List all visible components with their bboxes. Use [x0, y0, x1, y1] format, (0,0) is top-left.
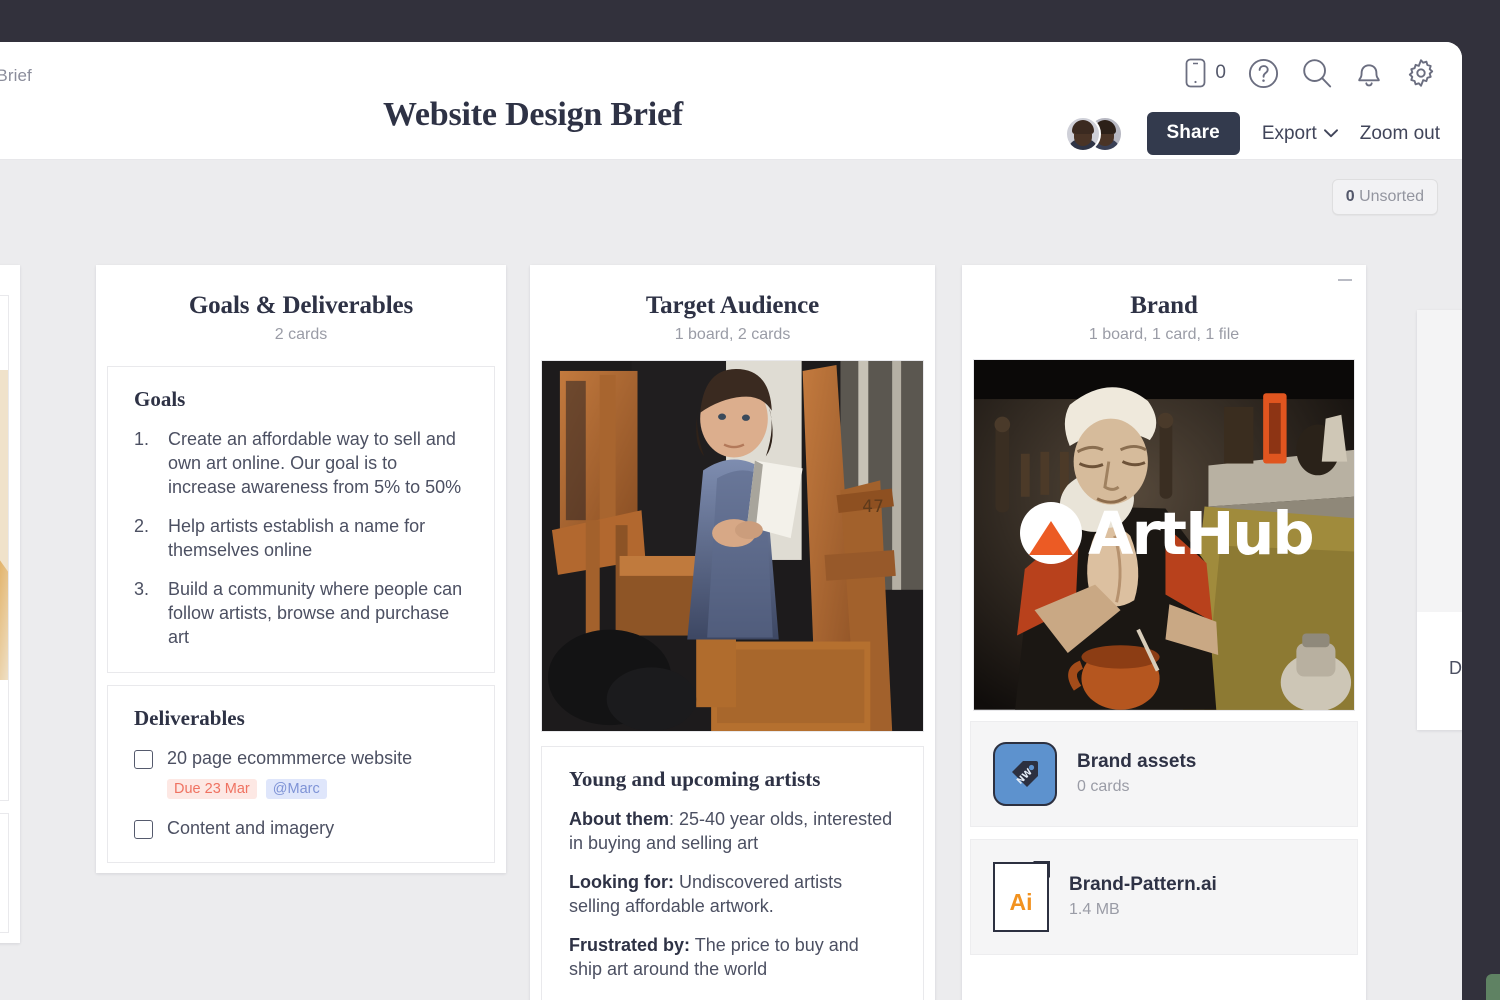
list-text: Build a community where people can follo… [168, 578, 463, 647]
unsorted-count: 0 [1345, 188, 1355, 205]
list-item: 2. Help artists establish a name for the… [134, 515, 468, 563]
background-window-sliver [1486, 974, 1500, 1000]
unsorted-chip[interactable]: 0 Unsorted [1331, 179, 1438, 215]
column-partial-left[interactable]: ers [0, 265, 20, 943]
card-brand-photo[interactable]: ArtHub [973, 359, 1355, 711]
zoom-out-button[interactable]: Zoom out [1360, 123, 1440, 145]
column-header: Target Audience 1 board, 2 cards [530, 265, 935, 344]
studio-photo: 47 [542, 361, 923, 732]
card-deliverables[interactable]: Deliverables 20 page ecommmerce website … [107, 684, 495, 864]
todo-label: 20 page ecommmerce website [167, 747, 413, 768]
export-dropdown[interactable]: Export [1262, 123, 1338, 145]
minimize-icon[interactable] [1338, 279, 1352, 281]
mobile-icon[interactable]: 0 [1185, 58, 1226, 88]
top-action-row: Share Export Zoom out [1064, 112, 1440, 155]
board-tag-icon: NW [993, 741, 1057, 806]
collaborator-avatars[interactable] [1064, 115, 1125, 152]
column-header: Goals & Deliverables 2 cards [96, 265, 506, 344]
column-title: Goals & Deliverables [188, 292, 414, 319]
partial-right-card[interactable]: De [1417, 612, 1462, 730]
column-goals-deliverables[interactable]: Goals & Deliverables 2 cards Goals 1. Cr… [96, 265, 506, 874]
tile-title: Brand assets [1077, 751, 1197, 773]
goals-list: 1. Create an affordable way to sell and … [134, 428, 468, 650]
todo-label: Content and imagery [167, 817, 335, 838]
help-icon[interactable] [1248, 58, 1279, 89]
search-icon[interactable] [1301, 57, 1333, 89]
list-number: 2. [134, 515, 150, 536]
avatar[interactable] [1064, 115, 1101, 152]
arthub-wordmark: ArtHub [1088, 498, 1315, 568]
partial-right-text: De [1449, 658, 1462, 678]
list-text: Help artists establish a name for themse… [168, 515, 426, 560]
tile-subtitle: 0 cards [1077, 778, 1130, 796]
due-date-badge[interactable]: Due 23 Mar [167, 778, 257, 799]
top-bar: sign Brief Website Design Brief 0 [0, 42, 1462, 160]
todo-tags: Due 23 Mar @Marc [167, 778, 468, 799]
tile-subtitle: 1.4 MB [1069, 901, 1120, 919]
list-item: 3. Build a community where people can fo… [134, 578, 468, 650]
export-label: Export [1261, 122, 1317, 144]
settings-icon[interactable] [1405, 57, 1437, 89]
persona-row: Looking for: Undiscovered artists sellin… [569, 871, 896, 919]
list-number: 3. [134, 578, 150, 599]
persona-label: About them [569, 809, 669, 830]
list-text: Create an affordable way to sell and own… [168, 429, 462, 497]
persona-row: Frustrated by: The price to buy and ship… [569, 934, 896, 982]
column-subtitle: 1 board, 1 card, 1 file [1088, 326, 1240, 343]
notifications-icon[interactable] [1355, 58, 1383, 89]
tile-text: Brand-Pattern.ai 1.4 MB [1069, 874, 1217, 919]
svg-text:47: 47 [862, 496, 884, 516]
card-heading: Goals [134, 387, 186, 411]
tile-brand-pattern-file[interactable]: Ai Brand-Pattern.ai 1.4 MB [970, 838, 1358, 955]
column-subtitle: 1 board, 2 cards [674, 326, 791, 343]
mobile-count-value: 0 [1215, 62, 1226, 83]
tag-glyph: NW [1012, 760, 1038, 787]
column-title: Brand [1130, 292, 1198, 319]
column-brand[interactable]: Brand 1 board, 1 card, 1 file ArtHub NW … [962, 265, 1366, 1000]
board-canvas[interactable]: 0 Unsorted ers Goals & Delivera [0, 160, 1462, 1000]
app-window: sign Brief Website Design Brief 0 [0, 42, 1462, 1000]
persona-label: Frustrated by: [569, 934, 691, 955]
persona-separator: : [668, 809, 679, 830]
card-audience-photo[interactable]: 47 [541, 360, 924, 733]
column-header: Brand 1 board, 1 card, 1 file [962, 265, 1366, 344]
persona-heading: Young and upcoming artists [569, 767, 821, 792]
tile-brand-assets[interactable]: NW Brand assets 0 cards [970, 720, 1358, 827]
file-extension-label: Ai [1009, 889, 1033, 916]
chevron-down-icon [1323, 129, 1338, 138]
top-icon-row: 0 [1185, 57, 1437, 89]
persona-label: Looking for: [569, 871, 674, 892]
breadcrumb[interactable]: sign Brief [0, 66, 32, 86]
persona-row: About them: 25-40 year olds, interested … [569, 808, 896, 856]
card-goals[interactable]: Goals 1. Create an affordable way to sel… [107, 366, 495, 673]
tile-title: Brand-Pattern.ai [1069, 874, 1217, 896]
share-button[interactable]: Share [1146, 112, 1240, 155]
unsorted-label: Unsorted [1359, 188, 1424, 205]
column-subtitle: 2 cards [274, 326, 328, 343]
list-number: 1. [134, 429, 150, 449]
todo-item[interactable]: Content and imagery [134, 817, 468, 840]
tile-text: Brand assets 0 cards [1077, 751, 1196, 796]
todo-item[interactable]: 20 page ecommmerce website [134, 747, 468, 770]
ai-file-icon: Ai [993, 861, 1050, 932]
list-item: 1. Create an affordable way to sell and … [134, 428, 468, 500]
checkbox[interactable] [134, 819, 153, 839]
card-heading: Deliverables [134, 705, 245, 730]
card-persona[interactable]: Young and upcoming artists About them: 2… [541, 746, 924, 1000]
column-target-audience[interactable]: Target Audience 1 board, 2 cards 47 Youn… [530, 265, 935, 1000]
arthub-logo: ArtHub [1020, 498, 1315, 568]
assignee-badge[interactable]: @Marc [265, 778, 327, 799]
arthub-mark-icon [1020, 502, 1082, 564]
column-partial-right[interactable]: De [1417, 310, 1462, 730]
checkbox[interactable] [134, 749, 153, 769]
column-title: Target Audience [645, 292, 820, 319]
